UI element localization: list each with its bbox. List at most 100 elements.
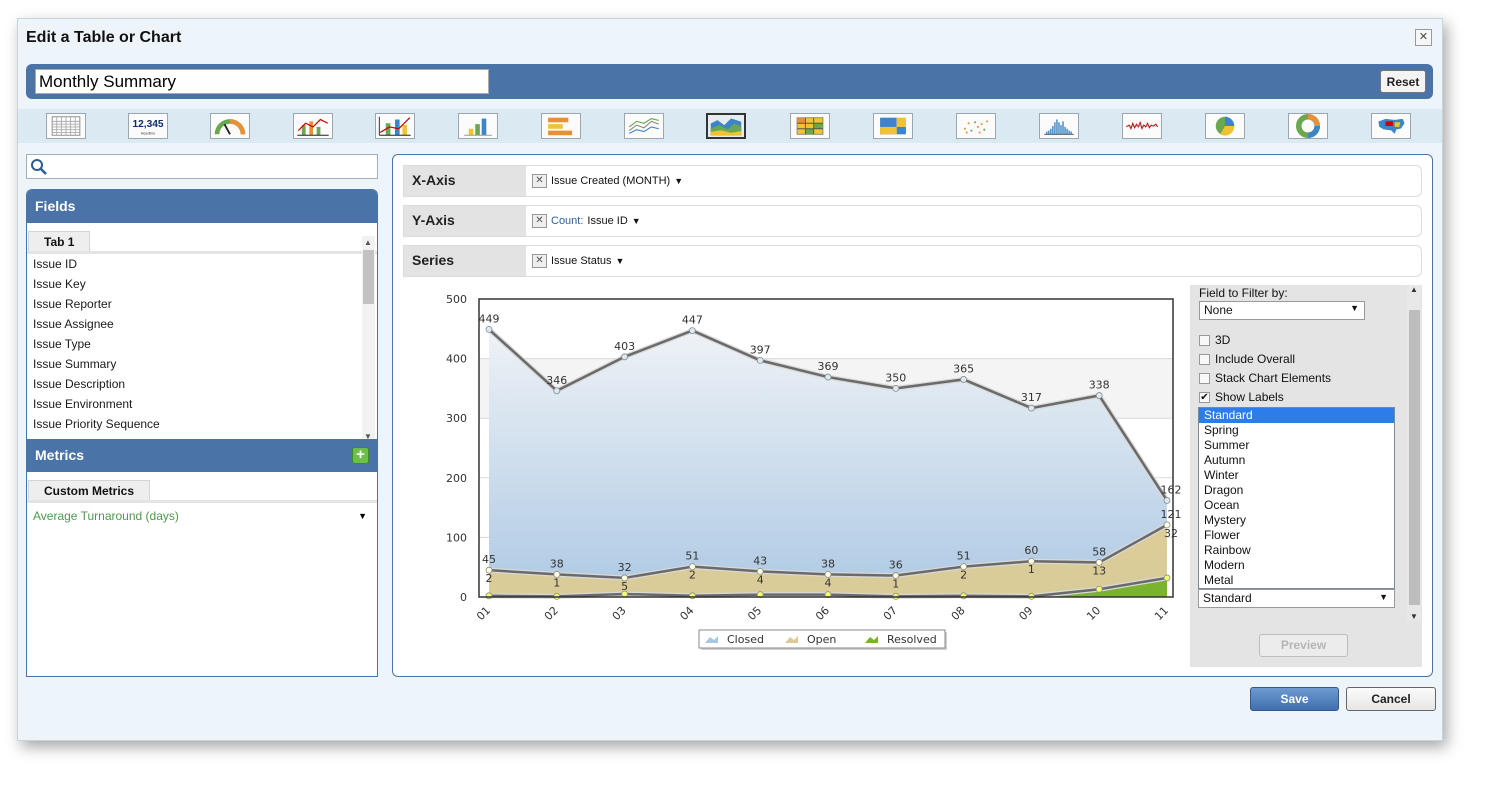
- y-axis-field[interactable]: ✕ Count: Issue ID ▼: [532, 214, 641, 228]
- options-scrollbar[interactable]: ▲ ▼: [1407, 285, 1421, 621]
- chart-type-table-icon[interactable]: [46, 113, 86, 139]
- tab-custom-metrics[interactable]: Custom Metrics: [28, 480, 151, 500]
- theme-option[interactable]: Ocean: [1199, 498, 1394, 513]
- series-field[interactable]: ✕ Issue Status ▼: [532, 254, 624, 268]
- theme-option[interactable]: Flower: [1199, 528, 1394, 543]
- checkbox-checked[interactable]: ✔: [1199, 391, 1210, 403]
- reset-button[interactable]: Reset: [1380, 70, 1426, 93]
- chart-type-headline-icon[interactable]: 12,345 Headline: [128, 113, 168, 139]
- chart-type-map-icon[interactable]: [1371, 113, 1411, 139]
- field-item[interactable]: Issue Assignee: [27, 314, 377, 334]
- field-item[interactable]: Issue Reporter: [27, 294, 377, 314]
- remove-icon[interactable]: ✕: [532, 254, 547, 268]
- field-item[interactable]: Issue Key: [27, 274, 377, 294]
- field-item[interactable]: Issue Priority Sequence: [27, 414, 377, 434]
- y-tick-label: 500: [446, 293, 467, 306]
- preview-button[interactable]: Preview: [1259, 634, 1348, 657]
- remove-icon[interactable]: ✕: [532, 214, 547, 228]
- checkbox-row[interactable]: 3D: [1199, 333, 1230, 347]
- chart-type-heatmap-table-icon[interactable]: [790, 113, 830, 139]
- data-label: 5: [621, 580, 628, 593]
- chevron-down-icon[interactable]: ▼: [358, 506, 367, 526]
- chevron-down-icon[interactable]: ▼: [674, 176, 683, 186]
- metric-item[interactable]: Average Turnaround (days) ▼: [27, 506, 377, 526]
- chart-name-input[interactable]: [35, 69, 489, 94]
- checkbox-row[interactable]: ✔ Show Labels: [1199, 390, 1284, 404]
- series-row: Series ✕ Issue Status ▼: [403, 245, 1422, 277]
- chevron-down-icon[interactable]: ▼: [1379, 592, 1388, 602]
- scroll-down-icon[interactable]: ▼: [1410, 612, 1418, 621]
- remove-icon[interactable]: ✕: [532, 174, 547, 188]
- field-item[interactable]: Issue ID: [27, 254, 377, 274]
- chart-type-horizontal-bar-icon[interactable]: [541, 113, 581, 139]
- chevron-down-icon[interactable]: ▼: [1350, 303, 1359, 313]
- chevron-down-icon[interactable]: ▼: [632, 216, 641, 226]
- chart-type-bar-line-combo-icon[interactable]: [293, 113, 333, 139]
- chart-type-line-icon[interactable]: [624, 113, 664, 139]
- chevron-down-icon[interactable]: ▼: [616, 256, 625, 266]
- chart-type-treemap-icon[interactable]: [873, 113, 913, 139]
- scroll-thumb[interactable]: [363, 250, 374, 304]
- theme-select[interactable]: Standard ▼: [1198, 589, 1395, 608]
- checkbox-label: Stack Chart Elements: [1215, 371, 1332, 385]
- field-search[interactable]: [26, 154, 378, 179]
- theme-option[interactable]: Rainbow: [1199, 543, 1394, 558]
- data-label: 365: [953, 362, 974, 375]
- field-item[interactable]: Issue Type: [27, 334, 377, 354]
- scroll-thumb[interactable]: [1409, 310, 1420, 605]
- scroll-up-icon[interactable]: ▲: [364, 238, 372, 247]
- filter-select[interactable]: None ▼: [1199, 301, 1365, 320]
- data-label: 43: [753, 554, 767, 567]
- theme-option[interactable]: Metal: [1199, 573, 1394, 588]
- checkbox[interactable]: [1199, 334, 1210, 346]
- checkbox-row[interactable]: Include Overall: [1199, 352, 1295, 366]
- area-chart: 010020030040050001 02 03 04 05 06 07 08 09 10 1144…: [446, 293, 1182, 650]
- fields-scrollbar[interactable]: ▲ ▼: [362, 236, 375, 442]
- checkbox-row[interactable]: Stack Chart Elements: [1199, 371, 1331, 385]
- theme-option[interactable]: Spring: [1199, 423, 1394, 438]
- legend-label: Open: [807, 633, 836, 646]
- save-button[interactable]: Save: [1250, 687, 1339, 711]
- cancel-button[interactable]: Cancel: [1346, 687, 1436, 711]
- theme-list[interactable]: Standard Spring Summer Autumn Winter Dragon Oc…: [1198, 407, 1395, 589]
- x-axis-field[interactable]: ✕ Issue Created (MONTH) ▼: [532, 174, 683, 188]
- data-label: 1: [892, 578, 899, 591]
- field-item[interactable]: Issue Environment: [27, 394, 377, 414]
- y-tick-label: 400: [446, 353, 467, 366]
- field-item[interactable]: Issue Summary: [27, 354, 377, 374]
- checkbox[interactable]: [1199, 353, 1210, 365]
- checkbox[interactable]: [1199, 372, 1210, 384]
- chart-type-sparkline-icon[interactable]: [1122, 113, 1162, 139]
- field-item[interactable]: Issue Description: [27, 374, 377, 394]
- chart-type-histogram-icon[interactable]: [1039, 113, 1079, 139]
- data-label: 2: [689, 569, 696, 582]
- theme-option[interactable]: Modern: [1199, 558, 1394, 573]
- chart-type-column-icon[interactable]: [458, 113, 498, 139]
- chart-type-bar-line-combo-2-icon[interactable]: [375, 113, 415, 139]
- data-label: 38: [550, 557, 564, 570]
- theme-option[interactable]: Mystery: [1199, 513, 1394, 528]
- chart-type-scatter-icon[interactable]: [956, 113, 996, 139]
- theme-option[interactable]: Standard: [1199, 408, 1394, 423]
- close-icon[interactable]: ✕: [1415, 29, 1432, 46]
- data-point: [553, 387, 561, 395]
- theme-option[interactable]: Winter: [1199, 468, 1394, 483]
- filter-label: Field to Filter by:: [1199, 286, 1288, 300]
- data-label: 51: [957, 550, 971, 563]
- data-label: 346: [546, 374, 567, 387]
- tab-1[interactable]: Tab 1: [28, 231, 91, 251]
- theme-option[interactable]: Summer: [1199, 438, 1394, 453]
- x-tick-label: 02: [542, 604, 561, 623]
- chart-type-donut-icon[interactable]: [1288, 113, 1328, 139]
- x-tick-label: 07: [881, 604, 900, 623]
- theme-option[interactable]: Autumn: [1199, 453, 1394, 468]
- chart-type-pie-icon[interactable]: [1205, 113, 1245, 139]
- data-point: [824, 373, 832, 381]
- add-metric-icon[interactable]: +: [352, 447, 369, 464]
- theme-option[interactable]: Dragon: [1199, 483, 1394, 498]
- data-label: 45: [482, 553, 496, 566]
- y-axis-prefix: Count:: [551, 215, 584, 227]
- scroll-up-icon[interactable]: ▲: [1410, 285, 1418, 294]
- chart-type-gauge-icon[interactable]: [210, 113, 250, 139]
- chart-type-area-icon[interactable]: [706, 113, 746, 139]
